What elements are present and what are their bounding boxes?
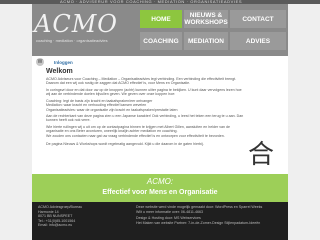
site-logo[interactable]: ACMO: [34, 10, 118, 38]
nav-contact[interactable]: CONTACT: [230, 10, 286, 28]
nav-news-workshops[interactable]: NIEUWS & WORKSHOPS: [184, 10, 228, 28]
nav-mediation[interactable]: MEDIATION: [184, 32, 228, 50]
wordpress-icon[interactable]: W: [36, 58, 44, 66]
site-footer: ACMO Adviesgroep/Bureau Harmonie 14 8071…: [32, 202, 288, 240]
footer-design: Design & Hosting door: MS Webservices He…: [136, 216, 261, 225]
nav-home[interactable]: HOME: [140, 10, 182, 28]
japanese-character-image: 合: [248, 140, 275, 170]
services-list: Coaching: legt de basis zijn kracht en t…: [46, 99, 178, 112]
footer-credits: Deze website werd vinde mogelijk gemaakt…: [136, 205, 263, 214]
page-title: Welkom: [46, 68, 73, 75]
banner-title: ACMO:: [146, 177, 174, 186]
paragraph-2: In coringsvri door en dat door uw op de …: [46, 88, 242, 97]
nav-coaching[interactable]: COACHING: [140, 32, 182, 50]
login-link[interactable]: Inloggen: [54, 60, 73, 65]
nav-advies[interactable]: ADVIES: [230, 32, 286, 50]
paragraph-4: Aan de rechterkant van deze pagina zien …: [46, 114, 244, 123]
logo-subtitle: coaching · mediation · organisatieadvies: [36, 38, 108, 43]
paragraph-5: Wie hierte ruilingen wij u uit om op de …: [46, 125, 230, 138]
main-content: W Inloggen Welkom ACMO Adviseurs voor Co…: [32, 56, 288, 174]
slogan-banner: ACMO: Effectief voor Mens en Organisatie: [32, 174, 288, 202]
paragraph-6: De pagina Nieuws & Workshops wordt regel…: [46, 142, 204, 146]
breadcrumb: W Inloggen: [36, 58, 73, 66]
site-header: ACMO coaching · mediation · organisatiea…: [32, 4, 288, 56]
intro-paragraph: ACMO Adviseurs voor Coaching – Mediation…: [46, 77, 237, 86]
banner-subtitle: Effectief voor Mens en Organisatie: [102, 189, 218, 196]
footer-address: ACMO Adviesgroep/Bureau Harmonie 14 8071…: [38, 205, 83, 228]
